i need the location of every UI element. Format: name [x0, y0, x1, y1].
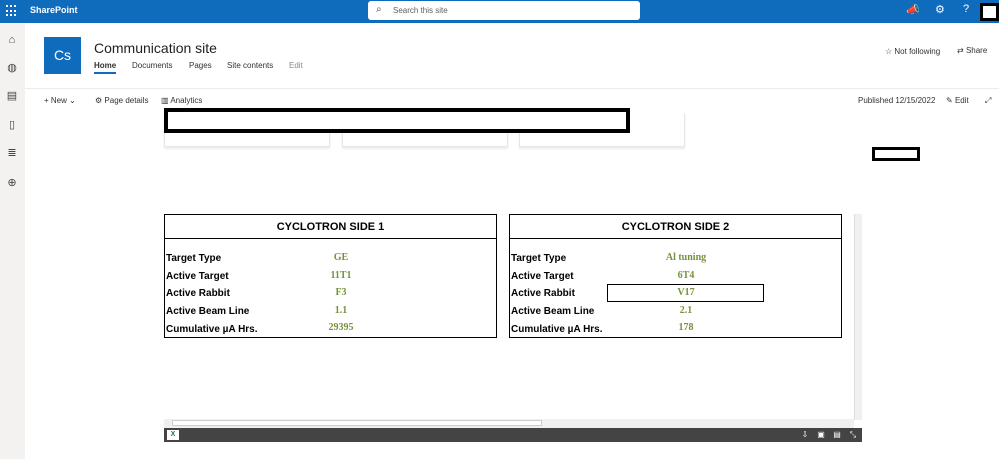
chart-icon: ▥ — [161, 96, 171, 105]
print-icon[interactable]: ▣ — [816, 430, 826, 440]
cyclotron-side-1-panel: CYCLOTRON SIDE 1 Target Type GE Active T… — [164, 214, 497, 338]
search-box[interactable]: ⌕ Search this site — [368, 1, 640, 20]
globe-icon[interactable]: ◍ — [5, 61, 19, 75]
row-label: Active Rabbit — [166, 288, 230, 299]
row-value: 178 — [678, 322, 694, 333]
news-icon[interactable]: ▤ — [5, 89, 19, 103]
horizontal-scrollbar[interactable] — [164, 419, 854, 428]
search-icon: ⌕ — [376, 4, 382, 15]
row-label: Target Type — [511, 253, 567, 264]
row-label: Cumulative µA Hrs. — [511, 324, 603, 335]
row-value: V17 — [677, 287, 695, 298]
redacted-region — [872, 147, 920, 161]
row-value: Al tuning — [665, 252, 707, 263]
suite-bar: SharePoint ⌕ Search this site 📣 ⚙ ? — [0, 0, 999, 23]
analytics-button[interactable]: ▥ Analytics — [161, 96, 202, 105]
scroll-thumb[interactable] — [172, 420, 542, 426]
panel-title: CYCLOTRON SIDE 2 — [510, 215, 841, 239]
row-value: 6T4 — [677, 270, 695, 281]
nav-pages[interactable]: Pages — [189, 61, 212, 70]
new-button[interactable]: + New ⌄ — [44, 96, 76, 105]
download-icon[interactable]: ⇩ — [800, 430, 810, 440]
page-details-button[interactable]: ⚙ Page details — [95, 96, 148, 105]
document-icon[interactable]: ▯ — [5, 118, 19, 132]
follow-label: Not following — [894, 47, 941, 56]
site-title[interactable]: Communication site — [94, 40, 217, 56]
published-status: Published 12/15/2022 — [858, 96, 936, 105]
row-value: F3 — [335, 287, 347, 298]
edit-label: Edit — [954, 96, 969, 105]
new-label: New — [50, 96, 67, 105]
nav-documents[interactable]: Documents — [132, 61, 172, 70]
create-icon[interactable]: ⊕ — [5, 176, 19, 190]
nav-edit[interactable]: Edit — [289, 61, 303, 70]
row-label: Active Beam Line — [166, 306, 250, 317]
follow-button[interactable]: ☆ Not following — [885, 47, 940, 56]
help-icon[interactable]: ? — [963, 3, 969, 15]
row-value: GE — [333, 252, 349, 263]
row-value: 29395 — [328, 322, 354, 333]
chevron-down-icon: ⌄ — [66, 96, 76, 105]
row-label: Active Target — [511, 271, 574, 282]
row-label: Target Type — [166, 253, 222, 264]
left-rail: ⌂ ◍ ▤ ▯ ≣ ⊕ — [0, 23, 25, 459]
fullscreen-icon[interactable]: ⤡ — [848, 430, 858, 440]
excel-status-bar: X ⇩ ▣ ▤ ⤡ — [164, 428, 862, 442]
expand-icon[interactable]: ⤢ — [985, 96, 991, 106]
site-logo[interactable]: Cs — [44, 37, 81, 74]
row-label: Active Beam Line — [511, 306, 595, 317]
app-launcher-icon[interactable] — [6, 5, 18, 17]
cyclotron-side-2-panel: CYCLOTRON SIDE 2 Target Type Al tuning A… — [509, 214, 842, 338]
edit-button[interactable]: ✎ Edit — [946, 96, 969, 105]
row-label: Active Rabbit — [511, 288, 575, 299]
panel-title: CYCLOTRON SIDE 1 — [165, 215, 496, 239]
plus-icon: + — [44, 96, 51, 105]
row-value: 1.1 — [334, 305, 348, 316]
nav-home[interactable]: Home — [94, 61, 117, 74]
star-icon: ☆ — [885, 47, 895, 56]
share-icon: ⇄ — [957, 46, 966, 55]
redacted-avatar — [980, 3, 999, 21]
vertical-scrollbar[interactable] — [854, 214, 862, 420]
row-value: 11T1 — [330, 270, 352, 281]
gear-icon[interactable]: ⚙ — [935, 3, 945, 16]
row-value: 2.1 — [679, 305, 693, 316]
redacted-region — [164, 108, 630, 133]
share-button[interactable]: ⇄ Share — [957, 46, 987, 55]
info-icon[interactable]: ▤ — [832, 430, 842, 440]
excel-icon[interactable]: X — [167, 430, 179, 440]
nav-site-contents[interactable]: Site contents — [227, 61, 273, 70]
page-details-label: Page details — [104, 96, 149, 105]
row-label: Active Target — [166, 271, 229, 282]
analytics-label: Analytics — [170, 96, 203, 105]
brand-name[interactable]: SharePoint — [30, 5, 78, 15]
row-label: Cumulative µA Hrs. — [166, 324, 258, 335]
gear-icon: ⚙ — [95, 96, 105, 105]
home-icon[interactable]: ⌂ — [5, 33, 19, 47]
megaphone-icon[interactable]: 📣 — [906, 3, 920, 16]
share-label: Share — [965, 46, 988, 55]
search-input[interactable]: Search this site — [393, 6, 448, 15]
list-icon[interactable]: ≣ — [5, 146, 19, 160]
pencil-icon: ✎ — [946, 96, 955, 105]
